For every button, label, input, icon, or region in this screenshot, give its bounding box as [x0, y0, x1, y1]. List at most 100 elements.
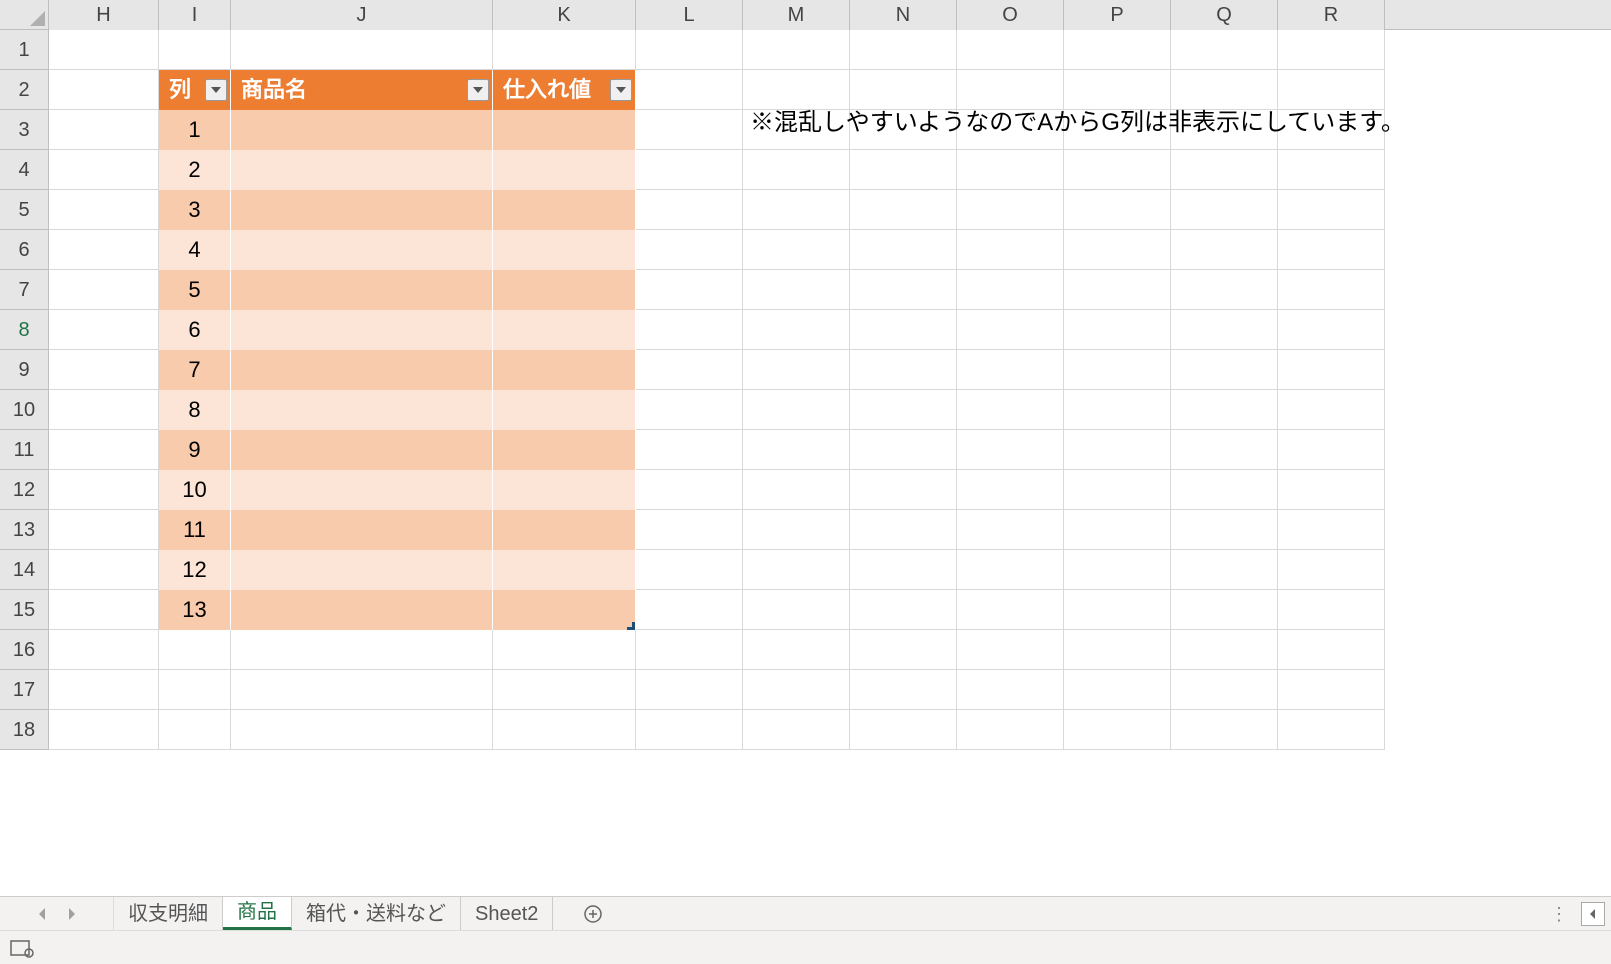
cell-K10[interactable] [493, 390, 636, 430]
sheet-tab-0[interactable]: 収支明細 [114, 897, 223, 930]
row-header-12[interactable]: 12 [0, 470, 49, 510]
column-header-L[interactable]: L [636, 0, 743, 30]
cell-K12[interactable] [493, 470, 636, 510]
cell-O5[interactable] [957, 190, 1064, 230]
cell-J9[interactable] [231, 350, 493, 390]
cell-M10[interactable] [743, 390, 850, 430]
cell-L2[interactable] [636, 70, 743, 110]
cell-M7[interactable] [743, 270, 850, 310]
cell-I5[interactable]: 3 [159, 190, 231, 230]
cell-K6[interactable] [493, 230, 636, 270]
cell-O16[interactable] [957, 630, 1064, 670]
filter-dropdown-button[interactable] [205, 79, 227, 101]
cell-J1[interactable] [231, 30, 493, 70]
cell-M14[interactable] [743, 550, 850, 590]
cell-L6[interactable] [636, 230, 743, 270]
cell-L1[interactable] [636, 30, 743, 70]
cell-O17[interactable] [957, 670, 1064, 710]
cell-Q12[interactable] [1171, 470, 1278, 510]
row-header-17[interactable]: 17 [0, 670, 49, 710]
cell-L4[interactable] [636, 150, 743, 190]
row-header-1[interactable]: 1 [0, 30, 49, 70]
column-header-H[interactable]: H [49, 0, 159, 30]
cell-Q17[interactable] [1171, 670, 1278, 710]
cell-O13[interactable] [957, 510, 1064, 550]
cell-R16[interactable] [1278, 630, 1385, 670]
cell-P1[interactable] [1064, 30, 1171, 70]
cell-H11[interactable] [49, 430, 159, 470]
cell-H2[interactable] [49, 70, 159, 110]
cell-N12[interactable] [850, 470, 957, 510]
cell-K5[interactable] [493, 190, 636, 230]
cell-I11[interactable]: 9 [159, 430, 231, 470]
cell-H17[interactable] [49, 670, 159, 710]
cell-H7[interactable] [49, 270, 159, 310]
cell-O15[interactable] [957, 590, 1064, 630]
cell-L8[interactable] [636, 310, 743, 350]
cell-J12[interactable] [231, 470, 493, 510]
cell-N9[interactable] [850, 350, 957, 390]
cell-M11[interactable] [743, 430, 850, 470]
add-sheet-button[interactable] [573, 897, 613, 930]
cell-L5[interactable] [636, 190, 743, 230]
sheet-nav-buttons[interactable] [0, 897, 114, 930]
cell-I1[interactable] [159, 30, 231, 70]
cell-L14[interactable] [636, 550, 743, 590]
cell-R15[interactable] [1278, 590, 1385, 630]
cell-I3[interactable]: 1 [159, 110, 231, 150]
cell-K1[interactable] [493, 30, 636, 70]
cell-K17[interactable] [493, 670, 636, 710]
cell-L16[interactable] [636, 630, 743, 670]
cell-H13[interactable] [49, 510, 159, 550]
cell-N13[interactable] [850, 510, 957, 550]
row-header-16[interactable]: 16 [0, 630, 49, 670]
cell-L10[interactable] [636, 390, 743, 430]
cell-P11[interactable] [1064, 430, 1171, 470]
cell-O10[interactable] [957, 390, 1064, 430]
cell-Q16[interactable] [1171, 630, 1278, 670]
cell-H1[interactable] [49, 30, 159, 70]
cell-P4[interactable] [1064, 150, 1171, 190]
column-header-R[interactable]: R [1278, 0, 1385, 30]
cell-L3[interactable] [636, 110, 743, 150]
cell-I2[interactable]: 列 [159, 70, 231, 110]
cell-H10[interactable] [49, 390, 159, 430]
cell-P14[interactable] [1064, 550, 1171, 590]
cell-N10[interactable] [850, 390, 957, 430]
cell-K2[interactable]: 仕入れ値 [493, 70, 636, 110]
cell-R13[interactable] [1278, 510, 1385, 550]
cell-I13[interactable]: 11 [159, 510, 231, 550]
cell-L18[interactable] [636, 710, 743, 750]
cell-O6[interactable] [957, 230, 1064, 270]
cell-N17[interactable] [850, 670, 957, 710]
cell-N5[interactable] [850, 190, 957, 230]
tab-options-icon[interactable]: ⋮ [1550, 904, 1569, 925]
cell-K13[interactable] [493, 510, 636, 550]
table-resize-handle[interactable] [627, 622, 635, 630]
hscroll-left-button[interactable] [1581, 902, 1605, 926]
column-header-M[interactable]: M [743, 0, 850, 30]
cell-J15[interactable] [231, 590, 493, 630]
cell-Q1[interactable] [1171, 30, 1278, 70]
cell-J2[interactable]: 商品名 [231, 70, 493, 110]
cell-N6[interactable] [850, 230, 957, 270]
cell-P12[interactable] [1064, 470, 1171, 510]
record-macro-icon[interactable] [10, 938, 34, 958]
cell-R12[interactable] [1278, 470, 1385, 510]
cell-L11[interactable] [636, 430, 743, 470]
cell-Q10[interactable] [1171, 390, 1278, 430]
cell-M8[interactable] [743, 310, 850, 350]
cell-L9[interactable] [636, 350, 743, 390]
row-header-6[interactable]: 6 [0, 230, 49, 270]
column-header-N[interactable]: N [850, 0, 957, 30]
cell-P8[interactable] [1064, 310, 1171, 350]
cell-R5[interactable] [1278, 190, 1385, 230]
cell-O7[interactable] [957, 270, 1064, 310]
cell-I18[interactable] [159, 710, 231, 750]
cell-J13[interactable] [231, 510, 493, 550]
cell-I17[interactable] [159, 670, 231, 710]
column-header-O[interactable]: O [957, 0, 1064, 30]
cell-I8[interactable]: 6 [159, 310, 231, 350]
cell-N18[interactable] [850, 710, 957, 750]
cell-P6[interactable] [1064, 230, 1171, 270]
